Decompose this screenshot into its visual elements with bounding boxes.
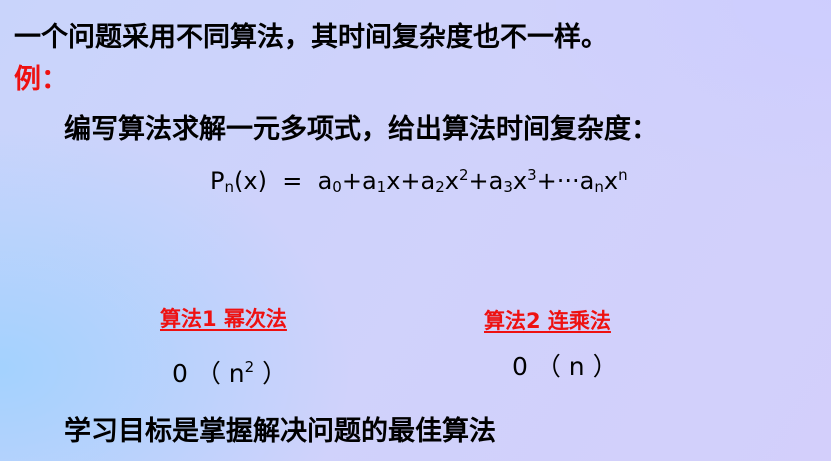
term-3-variable: x	[512, 167, 528, 195]
plus-sign: +	[468, 167, 489, 195]
term-n-exponent: n	[618, 166, 628, 184]
term-n-subscript: n	[594, 178, 604, 196]
polynomial-formula: Pn(x) = a0+a1x+a2x2+a3x3+···anxn	[210, 160, 628, 202]
example-label: 例：	[14, 64, 68, 95]
formula-lhs-argument: (x)	[234, 167, 267, 195]
term-2-coef: a	[420, 167, 436, 195]
term-1-subscript: 1	[376, 178, 387, 196]
algorithm-1-complexity: 0 （ n2 ）	[172, 352, 287, 389]
term-1-variable: x	[386, 167, 401, 195]
task-line: 编写算法求解一元多项式，给出算法时间复杂度：	[64, 114, 658, 145]
term-3-exponent: 3	[527, 166, 537, 184]
slide: { "intro_line": "一个问题采用不同算法，其时间复杂度也不一样。"…	[0, 0, 831, 461]
term-0-subscript: 0	[332, 178, 342, 196]
formula-equals: =	[282, 167, 303, 195]
term-3-subscript: 3	[503, 178, 513, 196]
term-3-coef: a	[488, 167, 504, 195]
plus-sign: +	[536, 167, 557, 195]
algorithm-2-name: 算法2 连乘法	[484, 309, 611, 333]
formula-lhs: P	[210, 167, 225, 195]
algorithm-1-name: 算法1 幂次法	[160, 307, 287, 331]
learning-goal-line: 学习目标是掌握解决问题的最佳算法	[64, 416, 496, 447]
plus-sign: +	[400, 167, 421, 195]
ellipsis: ···	[556, 167, 580, 195]
term-2-subscript: 2	[435, 178, 445, 196]
term-2-variable: x	[444, 167, 459, 195]
term-n-coef: a	[579, 167, 595, 195]
algorithm-1-complexity-exponent: 2	[244, 358, 255, 376]
algorithm-2-complexity: 0 （ n ）	[512, 352, 618, 381]
plus-sign: +	[341, 167, 362, 195]
term-1-coef: a	[361, 167, 377, 195]
term-2-exponent: 2	[459, 166, 469, 184]
intro-line: 一个问题采用不同算法，其时间复杂度也不一样。	[14, 22, 608, 53]
formula-lhs-subscript: n	[224, 178, 234, 196]
term-n-variable: x	[603, 167, 619, 195]
algorithm-1-complexity-close: ）	[254, 359, 288, 388]
algorithm-1-complexity-base: 0 （ n	[172, 359, 245, 388]
term-0-coef: a	[317, 167, 333, 195]
